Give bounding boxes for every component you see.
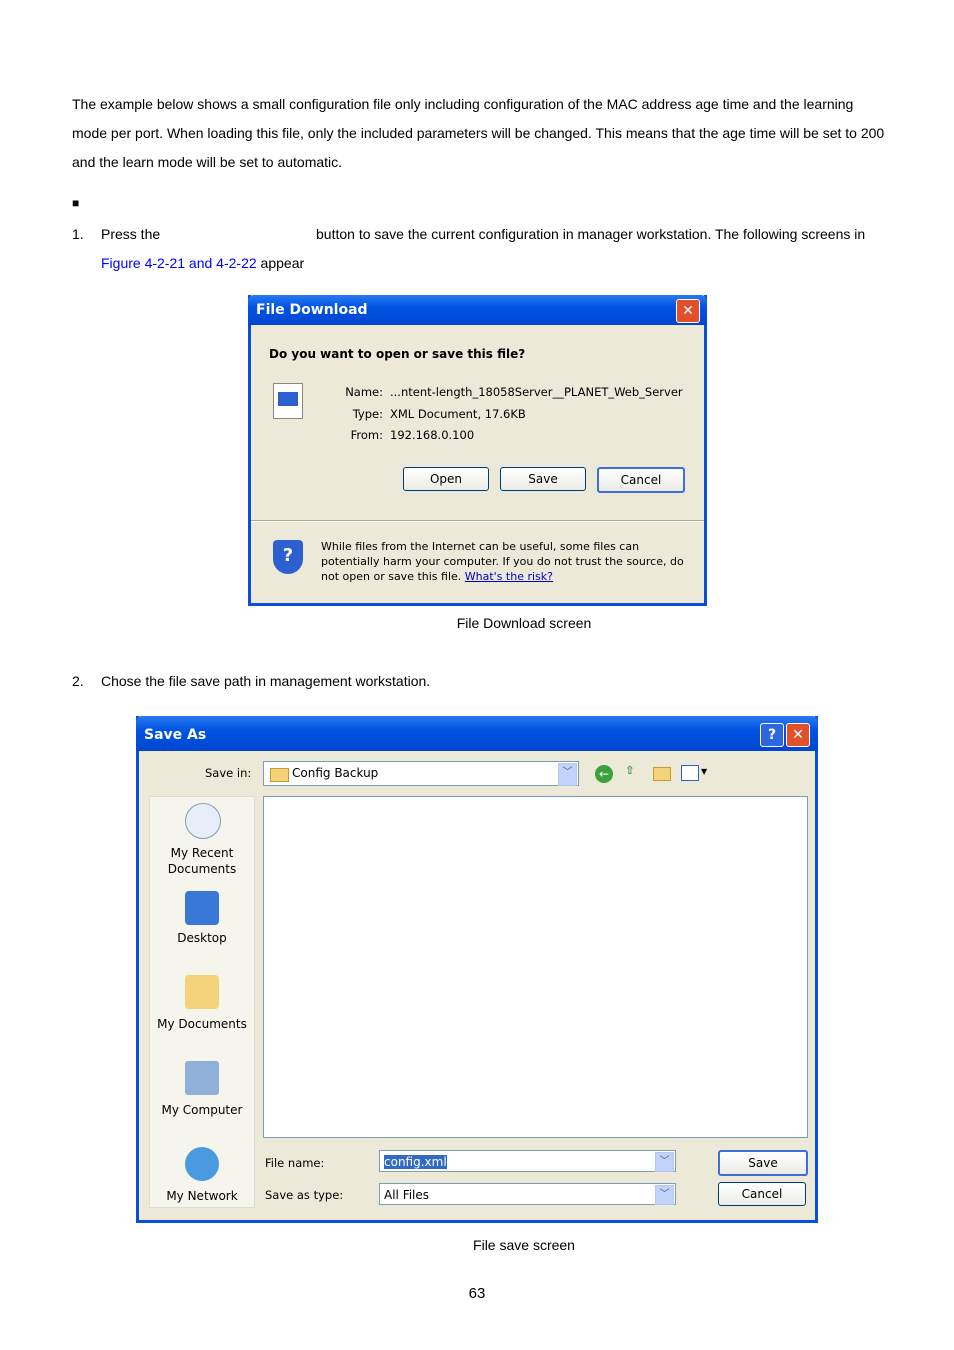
save-as-type-dropdown[interactable]: All Files ﹀ <box>379 1183 676 1205</box>
close-button[interactable]: ✕ <box>786 723 810 747</box>
place-my-network[interactable]: My Network <box>150 1147 254 1207</box>
back-icon[interactable]: ← <box>595 765 613 783</box>
divider <box>251 520 704 522</box>
save-in-dropdown[interactable]: Config Backup ﹀ <box>263 761 579 786</box>
save-as-dialog: Save As ? ✕ Save in: Config Backup ﹀ ← ⇧ … <box>136 716 818 1223</box>
close-button[interactable]: ✕ <box>676 299 700 323</box>
file-name-value: config.xml <box>384 1155 447 1169</box>
name-label: Name: <box>345 385 383 399</box>
file-list-area[interactable] <box>263 796 808 1138</box>
chevron-down-icon[interactable]: ﹀ <box>655 1185 674 1205</box>
file-source: 192.168.0.100 <box>390 428 475 442</box>
step2-text: Chose the file save path in management w… <box>101 673 431 689</box>
figure-link[interactable]: Figure 4-2-21 and 4-2-22 <box>101 255 257 271</box>
xml-file-icon <box>273 383 303 419</box>
page-number: 63 <box>468 1285 486 1302</box>
place-my-computer[interactable]: My Computer <box>150 1061 254 1121</box>
save-in-value: Config Backup <box>292 766 379 780</box>
dialog-title: Save As <box>136 716 818 751</box>
views-dropdown-arrow[interactable]: ▼ <box>701 767 707 776</box>
question: Do you want to open or save this file? <box>269 347 526 361</box>
folder-icon <box>270 768 289 782</box>
place-my-documents[interactable]: My Documents <box>150 975 254 1035</box>
from-label: From: <box>350 428 383 442</box>
save-as-type-label: Save as type: <box>265 1188 344 1202</box>
help-button[interactable]: ? <box>760 723 784 747</box>
place-my-recent-documents[interactable]: My Recent Documents <box>150 803 254 883</box>
chevron-down-icon[interactable]: ﹀ <box>558 763 577 786</box>
save-button[interactable]: Save <box>500 467 586 491</box>
file-download-dialog: File Download ✕ Do you want to open or s… <box>248 295 707 606</box>
save-button[interactable]: Save <box>718 1150 808 1176</box>
file-name-label: File name: <box>265 1156 325 1170</box>
open-button[interactable]: Open <box>403 467 489 491</box>
step1-pre: Press the <box>101 226 161 242</box>
step1-tail: appear <box>256 255 305 271</box>
risk-link[interactable]: What's the risk? <box>465 570 553 583</box>
chevron-down-icon[interactable]: ﹀ <box>655 1152 674 1172</box>
shield-help-icon: ? <box>273 540 303 574</box>
places-bar: My Recent Documents Desktop My Documents… <box>149 796 255 1208</box>
type-label: Type: <box>352 407 383 421</box>
intro-paragraph: The example below shows a small configur… <box>72 96 885 170</box>
step1-number: 1. <box>72 226 84 242</box>
save-in-label: Save in: <box>205 766 252 780</box>
file-name-input[interactable]: config.xml ﹀ <box>379 1150 676 1172</box>
save-as-type-value: All Files <box>384 1188 430 1202</box>
dialog-title: File Download <box>248 295 707 325</box>
caption-file-save: File save screen <box>473 1237 575 1253</box>
step2-number: 2. <box>72 673 84 689</box>
new-folder-icon[interactable] <box>653 767 671 781</box>
file-type: XML Document, 17.6KB <box>390 407 526 421</box>
views-menu-icon[interactable] <box>681 765 699 781</box>
up-folder-icon[interactable]: ⇧ <box>625 763 635 777</box>
place-desktop[interactable]: Desktop <box>150 891 254 951</box>
file-name: ...ntent-length_18058Server__PLANET_Web_… <box>390 385 683 399</box>
cancel-button[interactable]: Cancel <box>597 467 685 493</box>
caption-file-download: File Download screen <box>456 615 592 631</box>
step1-post: button to save the current configuration… <box>316 226 866 242</box>
document-page: The example below shows a small configur… <box>0 0 954 1350</box>
cancel-button[interactable]: Cancel <box>718 1182 806 1206</box>
bullet: ■ <box>72 196 80 210</box>
